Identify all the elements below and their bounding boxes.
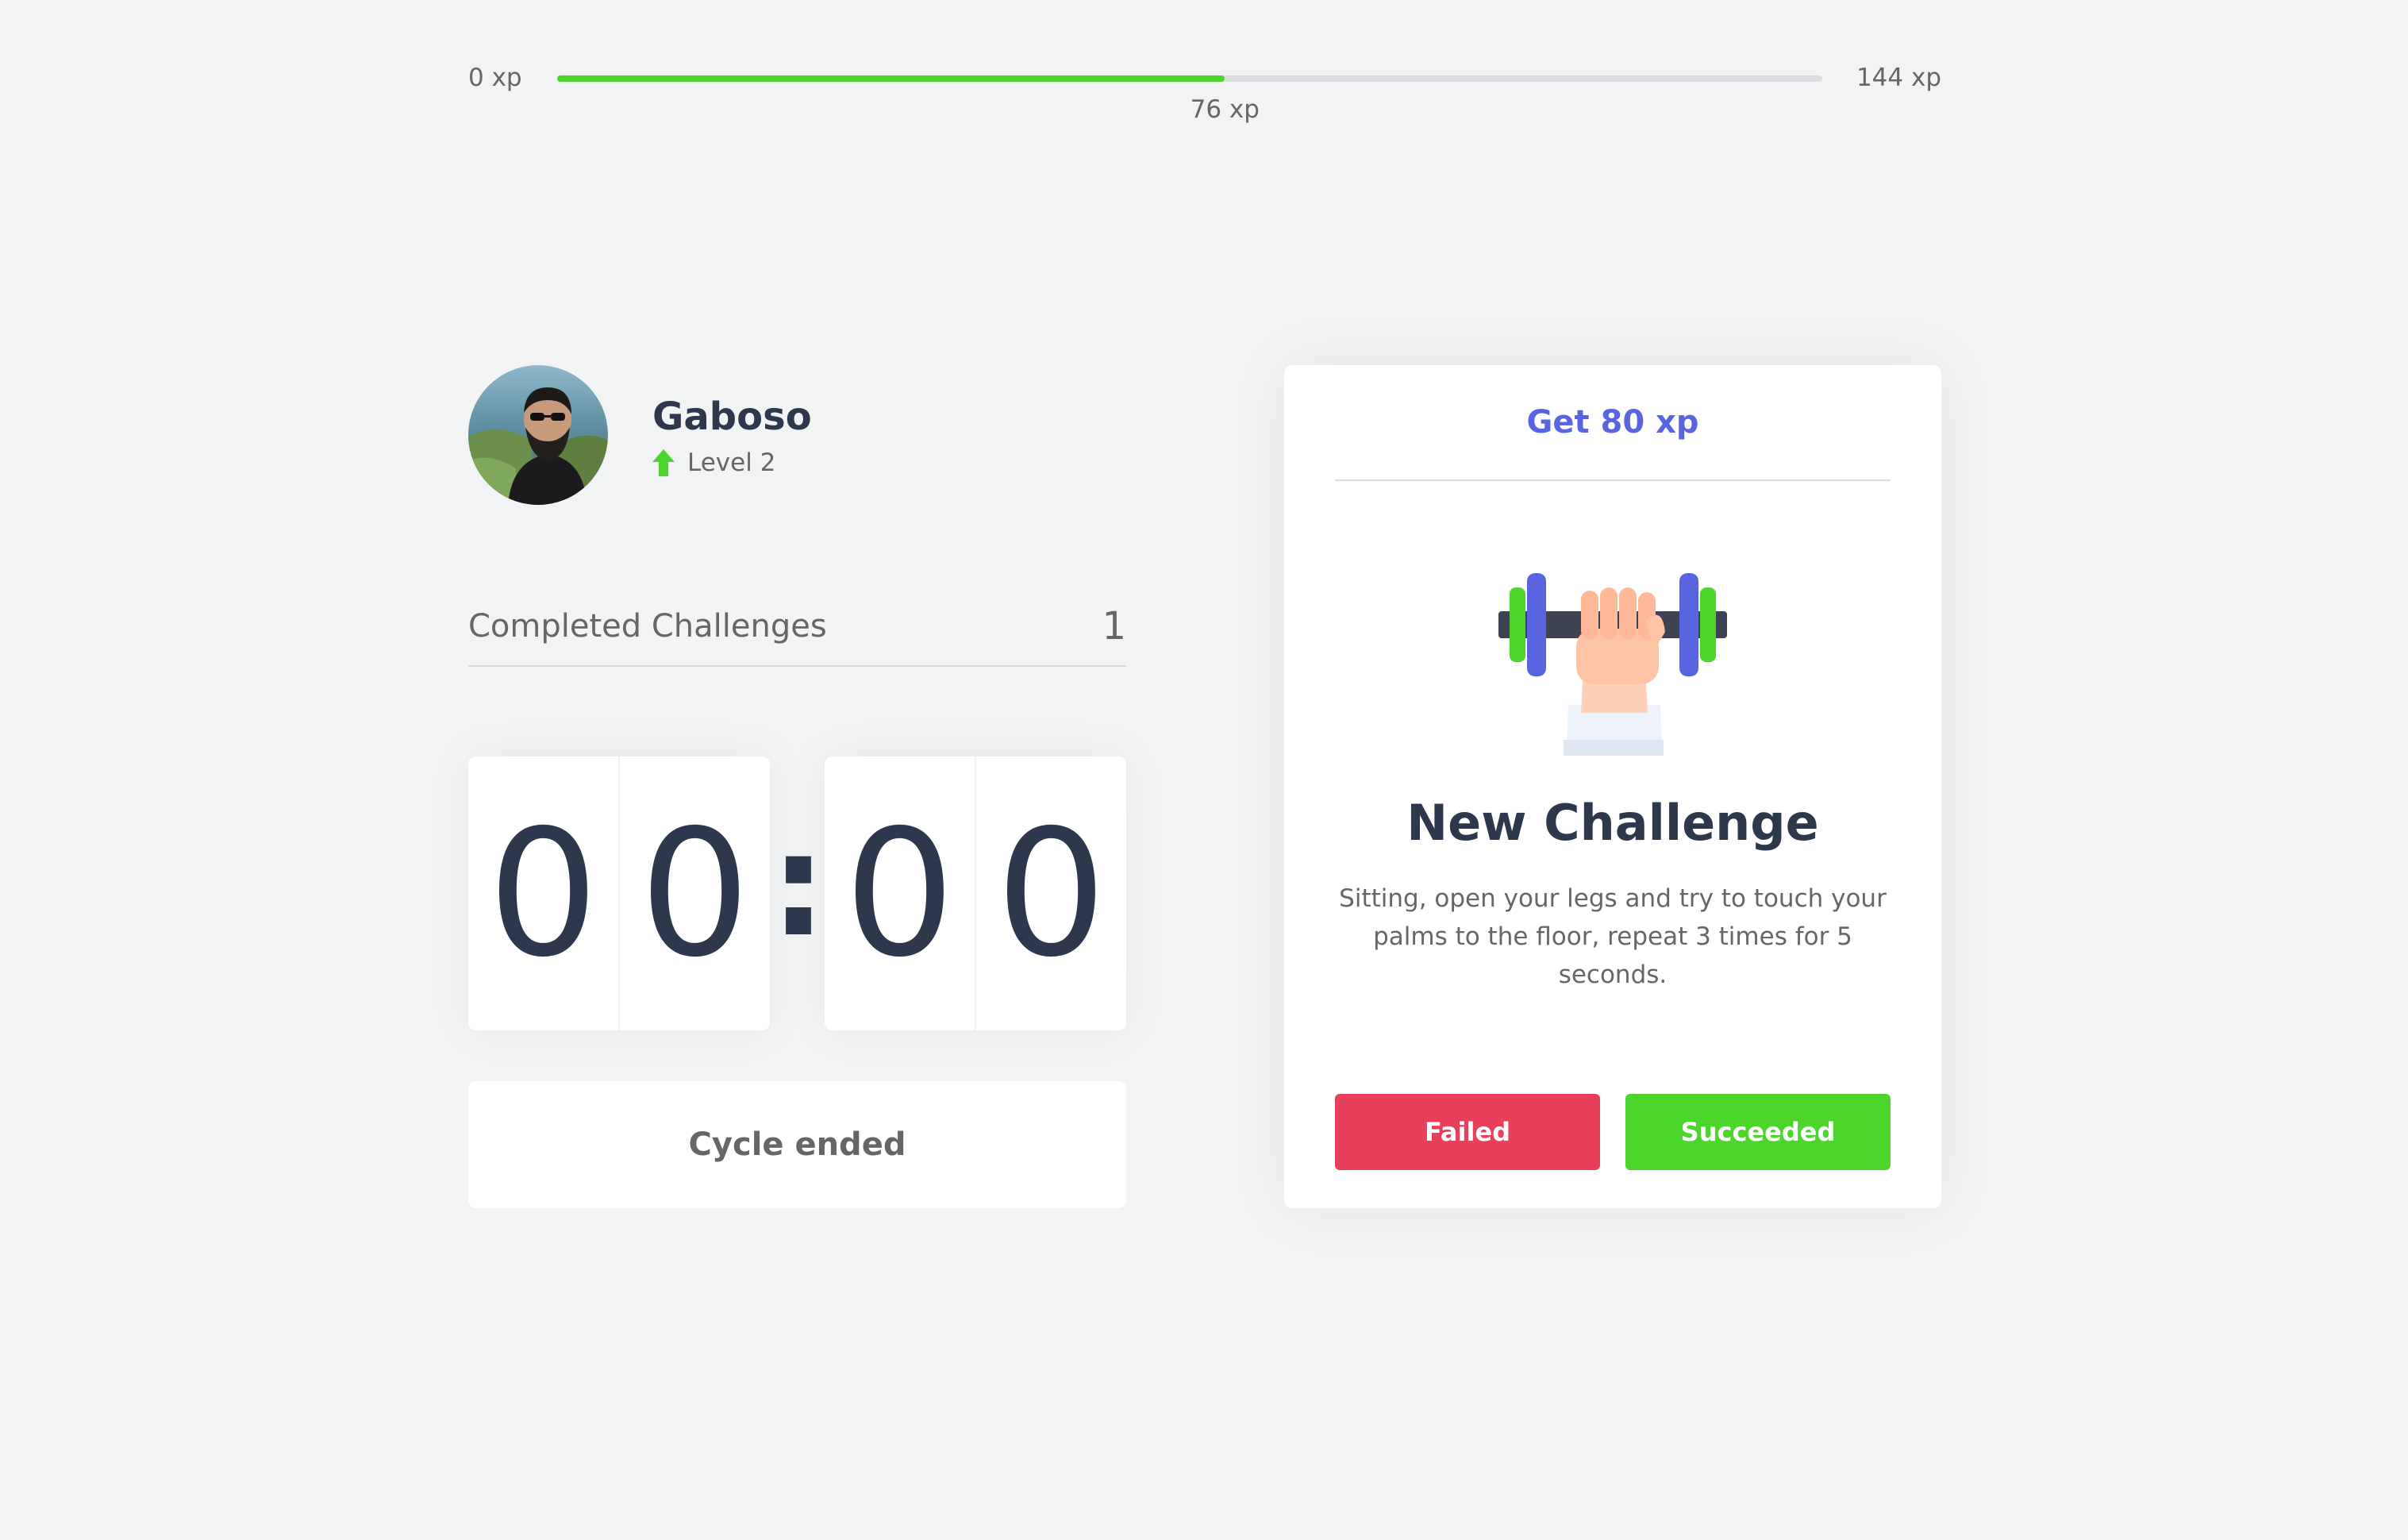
completed-challenges: Completed Challenges 1 bbox=[468, 587, 1126, 667]
profile-info: Gaboso Level 2 bbox=[652, 393, 812, 477]
countdown-minutes: 0 0 bbox=[468, 757, 770, 1030]
xp-max-label: 144 xp bbox=[1856, 64, 1941, 92]
completed-challenges-count: 1 bbox=[1102, 604, 1126, 649]
challenge-description: Sitting, open your legs and try to touch… bbox=[1339, 884, 1887, 989]
challenge-reward: Get 80 xp bbox=[1335, 365, 1891, 481]
completed-challenges-label: Completed Challenges bbox=[468, 608, 827, 645]
second-tens-digit: 0 bbox=[825, 757, 976, 1030]
profile: Gaboso Level 2 bbox=[468, 365, 812, 505]
avatar bbox=[468, 365, 608, 505]
profile-level: Level 2 bbox=[652, 449, 812, 477]
minute-tens-digit: 0 bbox=[468, 757, 620, 1030]
countdown: 0 0 : 0 0 bbox=[468, 757, 1126, 1030]
minute-ones-digit: 0 bbox=[639, 791, 751, 995]
countdown-separator: : bbox=[770, 802, 827, 968]
avatar-photo-icon bbox=[468, 365, 608, 505]
level-up-arrow-icon bbox=[652, 449, 675, 476]
xp-current-label: 76 xp bbox=[1190, 95, 1260, 124]
cycle-ended-button[interactable]: Cycle ended bbox=[468, 1081, 1126, 1208]
dumbbell-icon bbox=[1498, 573, 1727, 756]
experience-bar: 0 xp 76 xp 144 xp bbox=[468, 60, 1941, 124]
profile-name: Gaboso bbox=[652, 395, 812, 439]
countdown-seconds: 0 0 bbox=[825, 757, 1126, 1030]
challenge-card: Get 80 xp New Challenge Sitting, open yo… bbox=[1284, 365, 1941, 1208]
xp-min-label: 0 xp bbox=[468, 64, 522, 92]
level-label: Level 2 bbox=[687, 449, 776, 477]
xp-track bbox=[557, 75, 1822, 82]
challenge-title: New Challenge bbox=[1406, 794, 1819, 852]
second-ones-digit: 0 bbox=[995, 791, 1107, 995]
failed-button[interactable]: Failed bbox=[1335, 1094, 1600, 1170]
challenge-actions: Failed Succeeded bbox=[1335, 1094, 1891, 1170]
succeeded-button[interactable]: Succeeded bbox=[1625, 1094, 1891, 1170]
xp-progress-fill bbox=[557, 75, 1225, 82]
